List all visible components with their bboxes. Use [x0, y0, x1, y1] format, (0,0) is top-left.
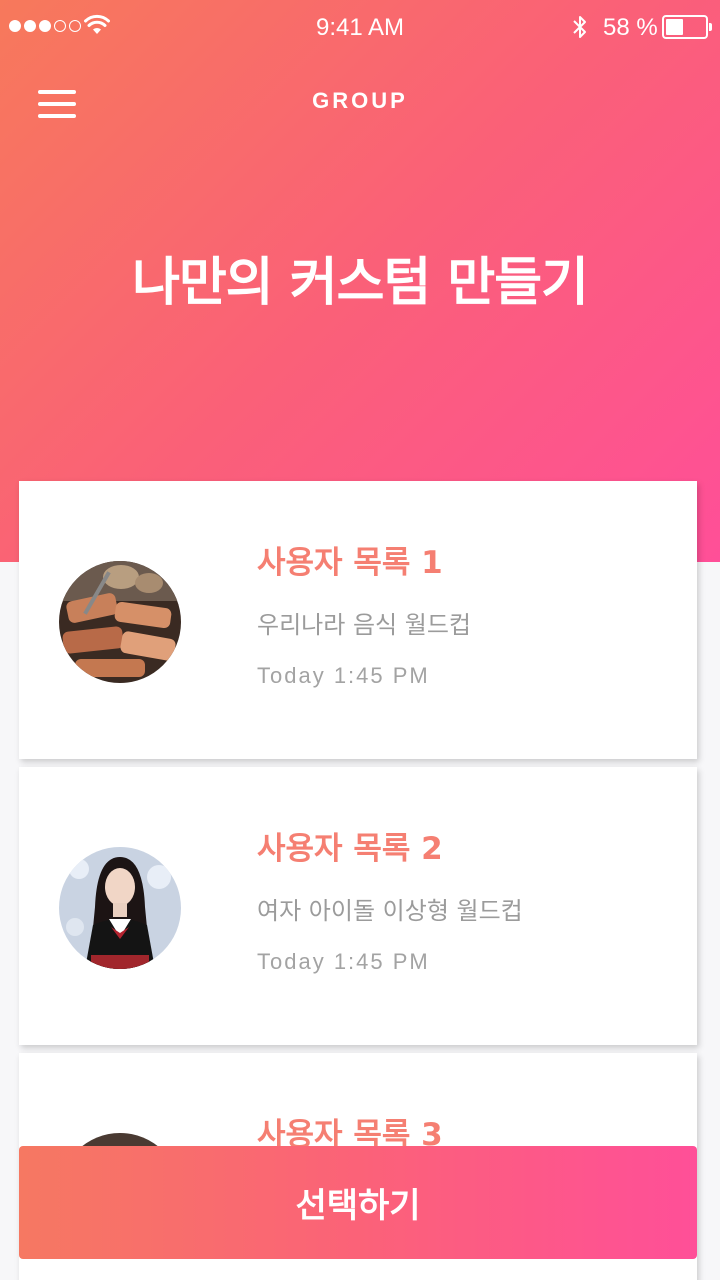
hero-header: 9:41 AM 58 % GROUP 나만의 커스텀 만들기	[0, 0, 720, 562]
idol-avatar	[59, 847, 181, 969]
battery-icon	[662, 15, 712, 39]
list-timestamp: Today 1:45 PM	[257, 663, 430, 688]
nav-title: GROUP	[312, 88, 408, 113]
battery-percent: 58 %	[603, 14, 658, 41]
list-subtitle: 여자 아이돌 이상형 월드컵	[257, 897, 523, 925]
list-title: 사용자 목록 2	[257, 831, 443, 867]
list-subtitle: 우리나라 음식 월드컵	[257, 611, 471, 639]
select-button[interactable]: 선택하기	[19, 1146, 697, 1259]
bluetooth-icon	[573, 16, 586, 38]
list-item[interactable]: 사용자 목록 2 여자 아이돌 이상형 월드컵 Today 1:45 PM	[19, 767, 697, 1045]
food-avatar	[59, 561, 181, 683]
list-timestamp: Today 1:45 PM	[257, 949, 430, 974]
list-item[interactable]: 사용자 목록 1 우리나라 음식 월드컵 Today 1:45 PM	[19, 481, 697, 759]
list-title: 사용자 목록 1	[257, 545, 443, 581]
status-bar: 9:41 AM 58 %	[0, 0, 720, 56]
page-title: 나만의 커스텀 만들기	[132, 253, 589, 313]
